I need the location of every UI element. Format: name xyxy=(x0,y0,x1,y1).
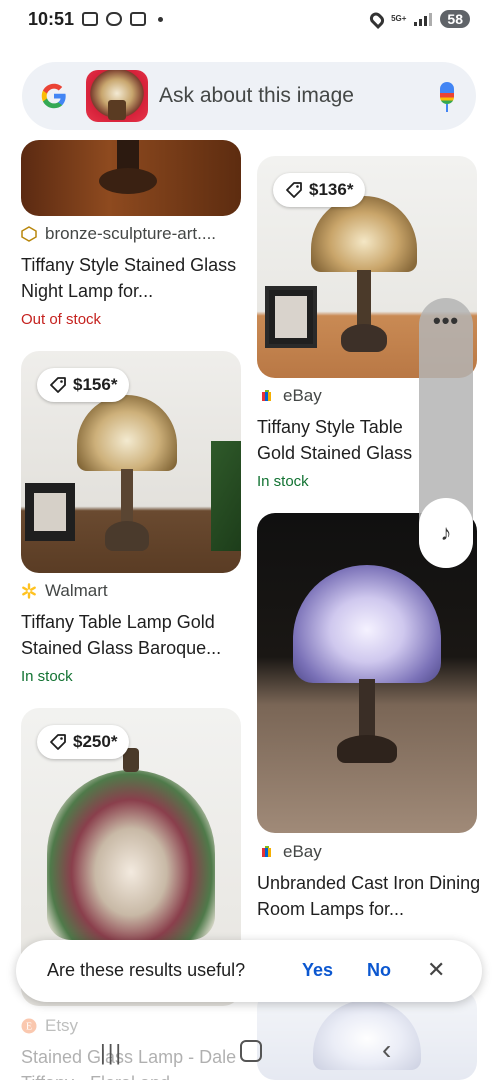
price-tag-icon xyxy=(50,734,66,750)
music-search-icon[interactable]: ♪ xyxy=(419,498,473,568)
ebay-favicon-icon xyxy=(262,390,271,401)
feedback-prompt: Are these results useful? Yes No ✕ xyxy=(16,940,482,1002)
result-source-label: Walmart xyxy=(45,581,108,600)
result-source[interactable]: eBay xyxy=(259,842,322,862)
location-icon xyxy=(367,9,387,29)
walmart-spark-icon xyxy=(22,583,36,599)
result-stock-status: Out of stock xyxy=(21,311,102,328)
price-tag: $156* xyxy=(37,368,130,402)
google-logo-icon xyxy=(41,83,66,109)
site-favicon-icon xyxy=(21,226,37,242)
price-value: $136* xyxy=(309,180,354,199)
system-icons: 5G+ 58 xyxy=(367,9,470,29)
search-input[interactable]: Ask about this image xyxy=(159,84,354,108)
price-value: $156* xyxy=(73,375,118,394)
battery-level: 58 xyxy=(440,10,470,28)
feedback-no-button[interactable]: No xyxy=(367,960,391,981)
recent-apps-icon[interactable]: ||| xyxy=(100,1040,123,1066)
system-navigation-bar: ||| ‹ xyxy=(0,1020,498,1080)
network-type: 5G+ xyxy=(391,14,407,23)
price-tag: $136* xyxy=(273,173,366,207)
result-image[interactable]: $156* xyxy=(21,351,241,573)
screenshot-icon xyxy=(82,12,98,26)
result-title[interactable]: Tiffany Style Table Gold Stained Glass xyxy=(257,414,422,466)
query-image-thumbnail[interactable] xyxy=(86,70,148,122)
result-source[interactable]: bronze-sculpture-art.... xyxy=(21,224,216,244)
result-title[interactable]: Tiffany Table Lamp Gold Stained Glass Ba… xyxy=(21,609,245,661)
result-stock-status: In stock xyxy=(21,668,73,685)
result-image[interactable] xyxy=(21,140,241,216)
price-tag-icon xyxy=(286,182,302,198)
status-time: 10:51 xyxy=(28,9,75,29)
result-source-label: bronze-sculpture-art.... xyxy=(45,224,217,243)
floating-side-panel[interactable]: ••• ♪ xyxy=(419,298,473,568)
home-icon[interactable] xyxy=(240,1040,262,1062)
back-icon[interactable]: ‹ xyxy=(382,1034,391,1066)
notification-icons xyxy=(82,12,163,26)
more-notifications-dot-icon xyxy=(158,16,163,22)
result-title[interactable]: Tiffany Style Stained Glass Night Lamp f… xyxy=(21,252,245,304)
more-options-icon[interactable]: ••• xyxy=(433,310,459,332)
price-value: $250* xyxy=(73,732,118,751)
app-notification-icon xyxy=(130,12,146,26)
microphone-icon[interactable] xyxy=(440,82,454,104)
result-source-label: eBay xyxy=(283,386,322,405)
result-source-label: eBay xyxy=(283,842,322,861)
message-icon xyxy=(106,12,122,26)
price-tag-icon xyxy=(50,377,66,393)
result-source[interactable]: Walmart xyxy=(21,581,108,601)
signal-icon xyxy=(414,12,433,26)
microphone-stand xyxy=(446,104,448,112)
close-icon[interactable]: ✕ xyxy=(427,957,445,983)
feedback-question: Are these results useful? xyxy=(47,960,246,980)
result-source[interactable]: eBay xyxy=(259,386,322,406)
image-search-bar[interactable]: Ask about this image xyxy=(22,62,476,130)
result-stock-status: In stock xyxy=(257,473,309,490)
price-tag: $250* xyxy=(37,725,130,759)
feedback-yes-button[interactable]: Yes xyxy=(302,960,333,981)
status-bar: 10:51 5G+ 58 xyxy=(0,0,498,42)
ebay-favicon-icon xyxy=(262,846,271,857)
result-title[interactable]: Unbranded Cast Iron Dining Room Lamps fo… xyxy=(257,870,481,922)
